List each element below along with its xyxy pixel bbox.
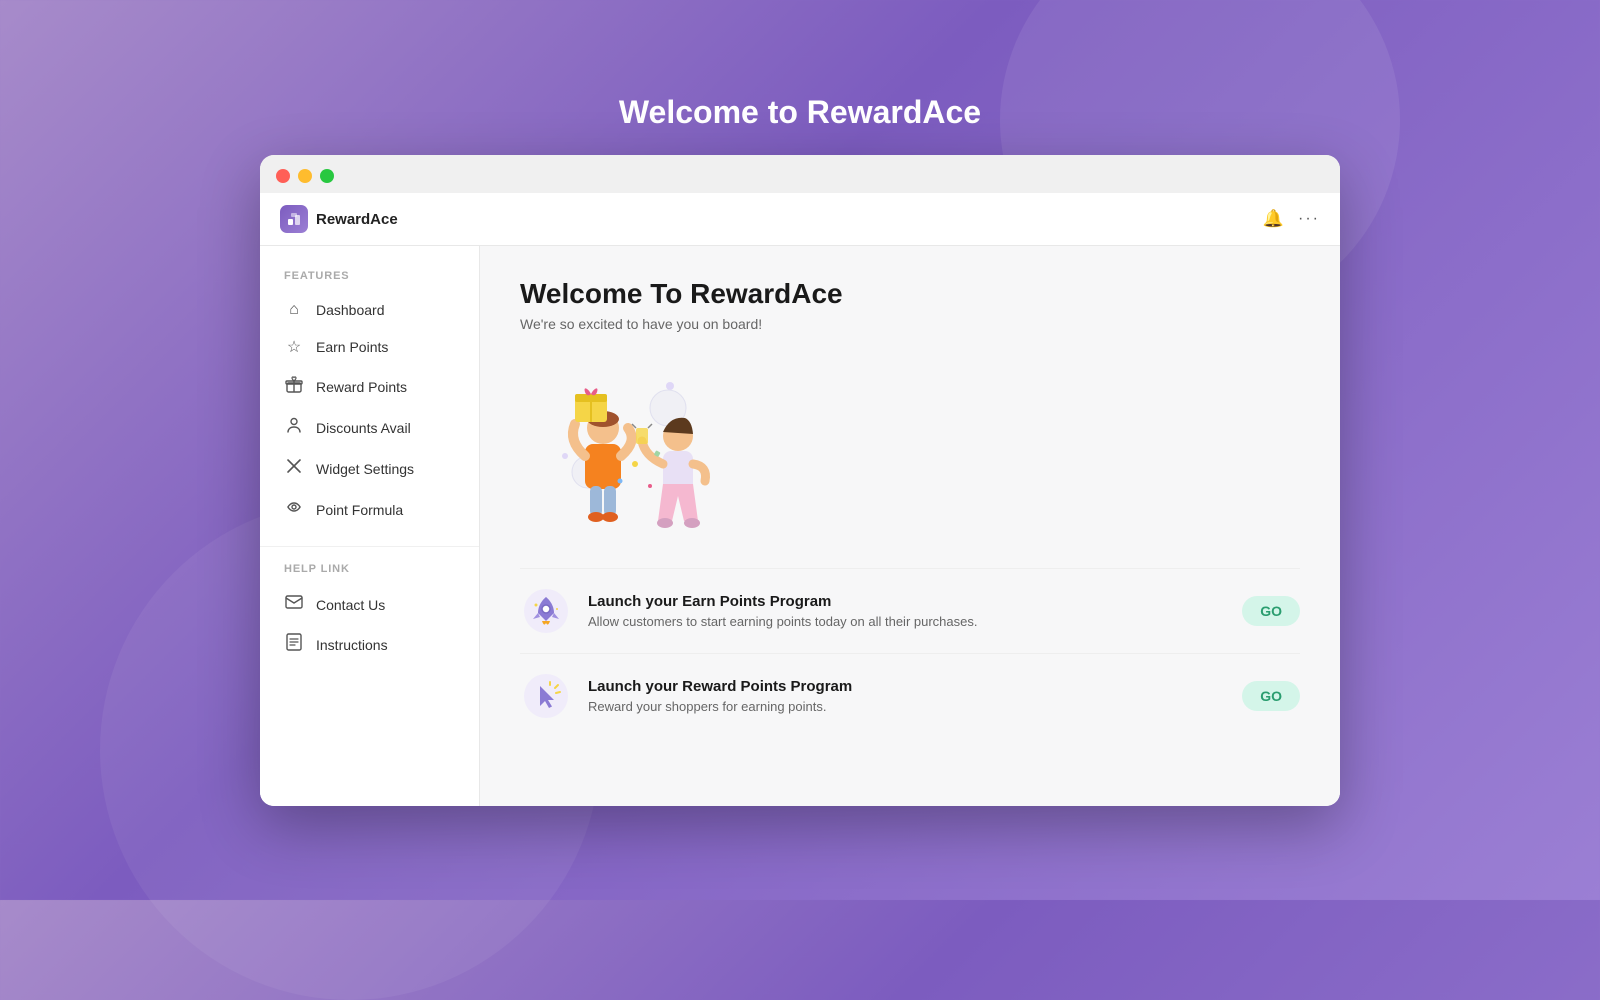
sidebar-item-dashboard[interactable]: ⌂ Dashboard bbox=[260, 292, 479, 328]
app-brand: RewardAce bbox=[280, 205, 398, 233]
formula-icon bbox=[284, 498, 304, 521]
close-button[interactable] bbox=[276, 169, 290, 183]
content-area: Welcome To RewardAce We're so excited to… bbox=[480, 246, 1340, 806]
sidebar: FEATURES ⌂ Dashboard ☆ Earn Points bbox=[260, 246, 480, 806]
mail-icon bbox=[284, 594, 304, 615]
sidebar-item-instructions[interactable]: Instructions bbox=[260, 624, 479, 665]
widget-icon bbox=[284, 457, 304, 480]
welcome-subtitle: We're so excited to have you on board! bbox=[520, 316, 1300, 332]
illustration: 👍 ❤️ bbox=[520, 356, 740, 536]
sidebar-divider bbox=[260, 546, 479, 547]
earn-points-cta-desc: Allow customers to start earning points … bbox=[588, 614, 1226, 629]
browser-content: RewardAce 🔔 ··· FEATURES ⌂ Dashboard ☆ E… bbox=[260, 193, 1340, 806]
sidebar-item-discounts-avail[interactable]: Discounts Avail bbox=[260, 407, 479, 448]
top-bar-actions: 🔔 ··· bbox=[1263, 209, 1320, 229]
features-section-label: FEATURES bbox=[260, 270, 479, 282]
earn-points-go-button[interactable]: GO bbox=[1242, 596, 1300, 626]
star-icon: ☆ bbox=[284, 337, 304, 357]
sidebar-item-reward-points[interactable]: Reward Points bbox=[260, 366, 479, 407]
cta-earn-points: Launch your Earn Points Program Allow cu… bbox=[520, 568, 1300, 653]
home-icon: ⌂ bbox=[284, 301, 304, 319]
earn-points-cta-title: Launch your Earn Points Program bbox=[588, 593, 1226, 610]
app-name-label: RewardAce bbox=[316, 211, 398, 228]
reward-points-cta-title: Launch your Reward Points Program bbox=[588, 678, 1226, 695]
gift-icon bbox=[284, 375, 304, 398]
reward-points-cta-desc: Reward your shoppers for earning points. bbox=[588, 699, 1226, 714]
sidebar-label-instructions: Instructions bbox=[316, 637, 388, 653]
reward-points-go-button[interactable]: GO bbox=[1242, 681, 1300, 711]
earn-points-cta-text: Launch your Earn Points Program Allow cu… bbox=[588, 593, 1226, 629]
sidebar-label-dashboard: Dashboard bbox=[316, 302, 385, 318]
browser-window: RewardAce 🔔 ··· FEATURES ⌂ Dashboard ☆ E… bbox=[260, 155, 1340, 806]
main-layout: FEATURES ⌂ Dashboard ☆ Earn Points bbox=[260, 246, 1340, 806]
rocket-icon bbox=[520, 585, 572, 637]
sidebar-label-point-formula: Point Formula bbox=[316, 502, 403, 518]
document-icon bbox=[284, 633, 304, 656]
cta-reward-points: Launch your Reward Points Program Reward… bbox=[520, 653, 1300, 738]
welcome-title: Welcome To RewardAce bbox=[520, 278, 1300, 310]
sidebar-item-point-formula[interactable]: Point Formula bbox=[260, 489, 479, 530]
sidebar-item-widget-settings[interactable]: Widget Settings bbox=[260, 448, 479, 489]
minimize-button[interactable] bbox=[298, 169, 312, 183]
sidebar-item-contact-us[interactable]: Contact Us bbox=[260, 585, 479, 624]
page-title: Welcome to RewardAce bbox=[619, 94, 981, 131]
traffic-lights bbox=[276, 169, 1324, 183]
cursor-icon bbox=[520, 670, 572, 722]
more-options-icon[interactable]: ··· bbox=[1298, 210, 1320, 228]
person-icon bbox=[284, 416, 304, 439]
sidebar-item-earn-points[interactable]: ☆ Earn Points bbox=[260, 328, 479, 366]
help-section-label: HELP LINK bbox=[260, 563, 479, 575]
bell-icon[interactable]: 🔔 bbox=[1263, 209, 1284, 229]
sidebar-label-contact-us: Contact Us bbox=[316, 597, 385, 613]
sidebar-label-widget-settings: Widget Settings bbox=[316, 461, 414, 477]
reward-points-cta-text: Launch your Reward Points Program Reward… bbox=[588, 678, 1226, 714]
sidebar-label-discounts-avail: Discounts Avail bbox=[316, 420, 411, 436]
top-bar: RewardAce 🔔 ··· bbox=[260, 193, 1340, 246]
browser-chrome bbox=[260, 155, 1340, 183]
app-logo-icon bbox=[280, 205, 308, 233]
sidebar-label-reward-points: Reward Points bbox=[316, 379, 407, 395]
maximize-button[interactable] bbox=[320, 169, 334, 183]
sidebar-label-earn-points: Earn Points bbox=[316, 339, 388, 355]
